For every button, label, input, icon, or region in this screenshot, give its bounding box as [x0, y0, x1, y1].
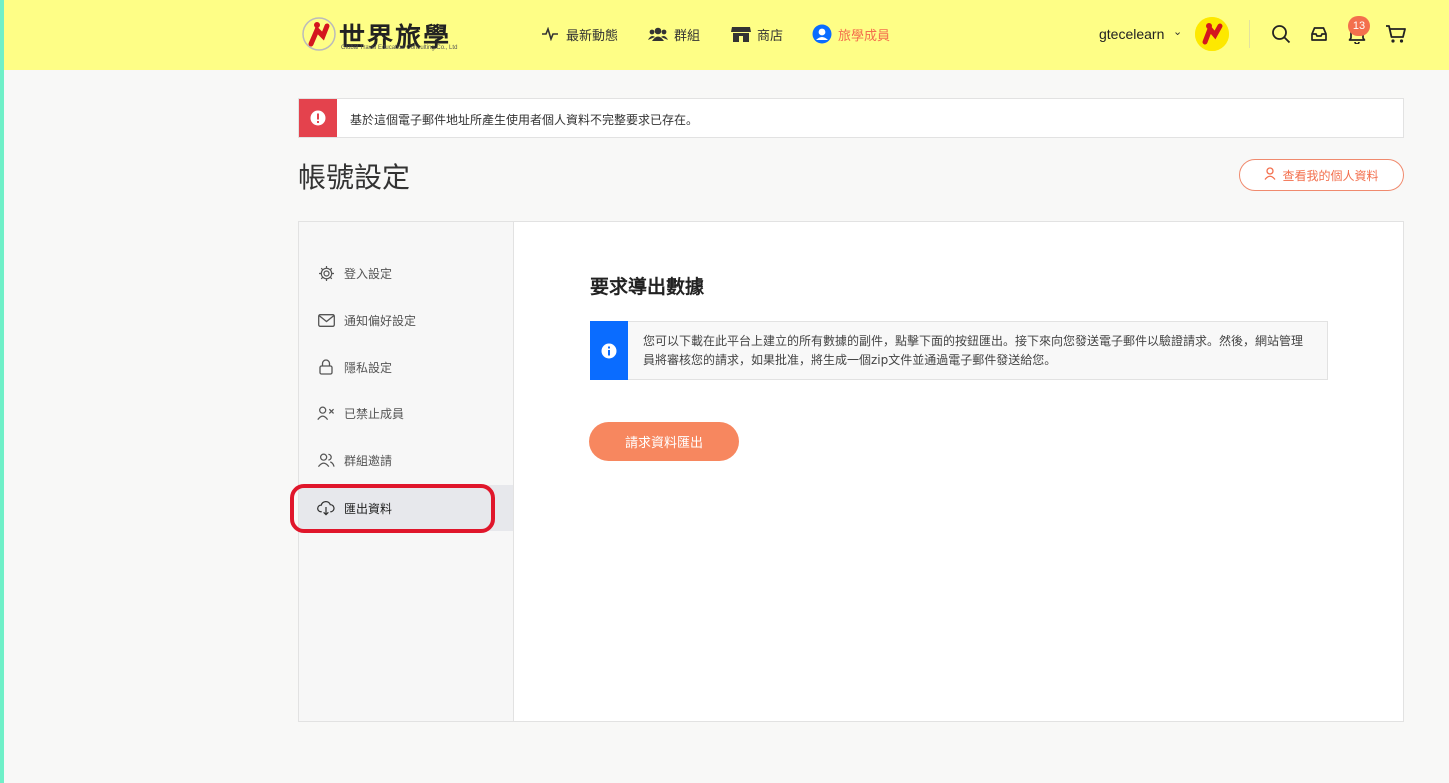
sidebar-item-blocked-members[interactable]: 已禁止成員: [299, 390, 513, 436]
top-header: 世界旅學 Global Travel Education Consulting …: [4, 0, 1449, 70]
logo-subtitle: Global Travel Education Consulting Co., …: [341, 45, 458, 51]
section-title: 要求導出數據: [590, 276, 705, 298]
info-notice: 您可以下載在此平台上建立的所有數據的副件，點擊下面的按鈕匯出。接下來向您發送電子…: [590, 321, 1328, 380]
logo-mark-icon: [302, 17, 336, 51]
nav-groups-label: 群組: [674, 28, 701, 44]
alert-icon: [299, 99, 337, 137]
notification-badge[interactable]: 13: [1348, 16, 1370, 36]
nav-members[interactable]: 旅學成員: [812, 22, 890, 46]
error-alert: 基於這個電子郵件地址所產生使用者個人資料不完整要求已存在。: [298, 98, 1404, 138]
store-icon: [731, 24, 751, 44]
sidebar-item-login[interactable]: 登入設定: [299, 250, 513, 296]
view-profile-button[interactable]: 查看我的個人資料: [1239, 159, 1404, 191]
window-edge: [0, 0, 4, 783]
user-blocked-icon: [317, 404, 335, 422]
user-icon: [1264, 167, 1276, 183]
sidebar-item-notifications[interactable]: 通知偏好設定: [299, 297, 513, 343]
users-icon: [648, 24, 668, 44]
settings-panel: 登入設定 通知偏好設定 隱私設定 已禁止成員 群組邀請 匯出資料 要求導出數據 …: [290, 221, 1404, 722]
sidebar-item-privacy[interactable]: 隱私設定: [299, 344, 513, 390]
sidebar-item-group-invites[interactable]: 群組邀請: [299, 437, 513, 483]
view-profile-label: 查看我的個人資料: [1282, 168, 1379, 183]
gear-icon: [317, 264, 335, 282]
username[interactable]: gtecelearn: [1099, 26, 1164, 42]
group-icon: [317, 451, 335, 469]
mail-icon: [317, 311, 335, 329]
inbox-icon[interactable]: [1308, 23, 1330, 45]
page-title: 帳號設定: [298, 161, 411, 194]
sidebar-item-label: 已禁止成員: [344, 406, 405, 421]
sidebar-item-label: 群組邀請: [344, 453, 393, 468]
activity-icon: [540, 24, 560, 44]
avatar[interactable]: [1195, 17, 1229, 51]
sidebar-item-label: 隱私設定: [344, 360, 393, 375]
site-logo[interactable]: 世界旅學 Global Travel Education Consulting …: [301, 14, 513, 56]
user-circle-icon: [812, 24, 832, 44]
lock-icon: [317, 358, 335, 376]
sidebar-item-label: 登入設定: [344, 266, 393, 281]
info-text: 您可以下載在此平台上建立的所有數據的副件，點擊下面的按鈕匯出。接下來向您發送電子…: [643, 334, 1304, 367]
info-icon: [590, 321, 628, 380]
nav-groups[interactable]: 群組: [648, 22, 700, 46]
cart-icon[interactable]: [1385, 23, 1407, 45]
search-icon[interactable]: [1270, 23, 1292, 45]
settings-sidebar: 登入設定 通知偏好設定 隱私設定 已禁止成員 群組邀請 匯出資料: [290, 222, 514, 721]
chevron-down-icon[interactable]: ⌄: [1173, 25, 1182, 38]
highlight-annotation: [290, 484, 495, 533]
sidebar-item-label: 通知偏好設定: [344, 313, 417, 328]
request-export-button[interactable]: 請求資料匯出: [589, 422, 739, 461]
nav-members-label: 旅學成員: [838, 28, 891, 44]
alert-message: 基於這個電子郵件地址所產生使用者個人資料不完整要求已存在。: [350, 113, 699, 127]
nav-activity-label: 最新動態: [566, 28, 619, 44]
nav-store[interactable]: 商店: [731, 22, 783, 46]
nav-store-label: 商店: [757, 28, 784, 44]
nav-activity[interactable]: 最新動態: [540, 22, 618, 46]
header-divider: [1249, 20, 1250, 48]
